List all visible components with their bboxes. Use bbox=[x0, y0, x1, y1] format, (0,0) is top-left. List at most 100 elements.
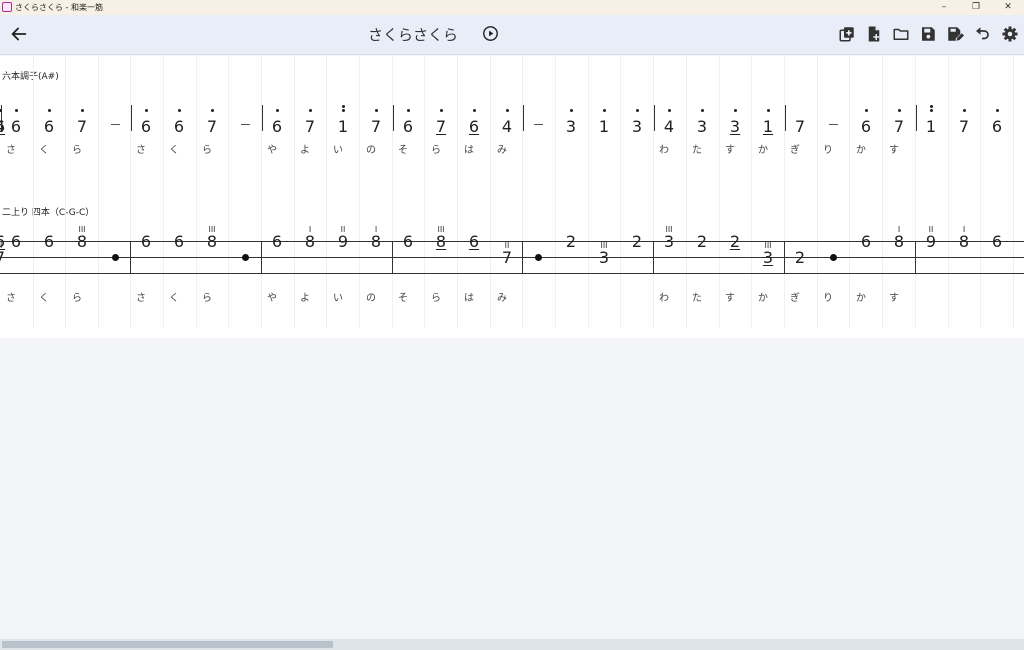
note[interactable]: 4 bbox=[497, 118, 517, 136]
octave-dot bbox=[995, 109, 999, 112]
note[interactable]: 7 bbox=[497, 249, 517, 267]
part1-tuning-label: 六本調子(A#) bbox=[2, 72, 59, 82]
note[interactable]: 1 bbox=[758, 118, 778, 136]
note[interactable]: 6 bbox=[398, 233, 418, 251]
note[interactable]: 8 bbox=[366, 233, 386, 251]
lyric: の bbox=[366, 145, 376, 156]
note[interactable]: 1 bbox=[921, 118, 941, 136]
save-icon[interactable] bbox=[919, 25, 937, 43]
grid-guide-line bbox=[686, 56, 687, 328]
note[interactable]: 3 bbox=[725, 118, 745, 136]
note[interactable]: 6 bbox=[464, 233, 484, 251]
note[interactable]: 8 bbox=[202, 233, 222, 251]
note[interactable]: 3 bbox=[594, 249, 614, 267]
note[interactable]: 2 bbox=[561, 233, 581, 251]
string-mark: III bbox=[78, 225, 86, 234]
note[interactable]: 7 bbox=[366, 118, 386, 136]
note[interactable]: 9 bbox=[921, 233, 941, 251]
lyric: ら bbox=[431, 293, 441, 304]
note[interactable]: 6 bbox=[39, 233, 59, 251]
note[interactable]: 8 bbox=[300, 233, 320, 251]
note[interactable]: 3 bbox=[627, 118, 647, 136]
minimize-button[interactable]: – bbox=[929, 0, 959, 15]
note[interactable]: 2 bbox=[790, 249, 810, 267]
note[interactable]: 2 bbox=[725, 233, 745, 251]
grid-guide-line bbox=[588, 56, 589, 328]
settings-gear-icon[interactable] bbox=[1001, 25, 1019, 43]
note[interactable]: 3 bbox=[561, 118, 581, 136]
note[interactable]: 6 bbox=[169, 118, 189, 136]
string-mark: II bbox=[340, 225, 346, 234]
note[interactable]: 6 bbox=[136, 233, 156, 251]
string-mark: III bbox=[437, 225, 445, 234]
lyric: わ bbox=[659, 145, 669, 156]
grid-guide-line bbox=[457, 56, 458, 328]
note[interactable]: 3 bbox=[758, 249, 778, 267]
string-mark: II bbox=[928, 225, 934, 234]
grid-guide-line bbox=[1013, 56, 1014, 328]
note[interactable]: 1 bbox=[594, 118, 614, 136]
note[interactable]: 4 bbox=[0, 118, 10, 136]
note[interactable]: 7 bbox=[954, 118, 974, 136]
barline bbox=[916, 105, 917, 131]
note[interactable]: 6 bbox=[856, 118, 876, 136]
close-button[interactable]: ✕ bbox=[993, 0, 1023, 15]
octave-dot bbox=[700, 109, 704, 112]
note[interactable]: 1 bbox=[333, 118, 353, 136]
note[interactable]: 7 bbox=[790, 118, 810, 136]
octave-dot bbox=[308, 109, 312, 112]
undo-icon[interactable] bbox=[973, 25, 991, 43]
octave-dot bbox=[341, 109, 345, 112]
note[interactable]: 7 bbox=[0, 249, 10, 267]
note[interactable]: 2 bbox=[692, 233, 712, 251]
save-as-icon[interactable] bbox=[946, 25, 964, 43]
note[interactable]: 6 bbox=[136, 118, 156, 136]
lyric: の bbox=[366, 293, 376, 304]
note[interactable]: 7 bbox=[1020, 118, 1024, 136]
note[interactable]: 8 bbox=[72, 233, 92, 251]
note[interactable]: 7 bbox=[431, 118, 451, 136]
grid-guide-line bbox=[359, 56, 360, 328]
note[interactable]: 6 bbox=[987, 233, 1007, 251]
note[interactable]: 7 bbox=[202, 118, 222, 136]
note[interactable]: 6 bbox=[267, 233, 287, 251]
lyric: り bbox=[823, 293, 833, 304]
octave-dot bbox=[667, 109, 671, 112]
grid-guide-line bbox=[948, 56, 949, 328]
lyric: ら bbox=[202, 293, 212, 304]
note[interactable]: 7 bbox=[72, 118, 92, 136]
new-file-icon[interactable] bbox=[865, 25, 883, 43]
restore-button[interactable]: ❐ bbox=[961, 0, 991, 15]
note[interactable]: 6 bbox=[856, 233, 876, 251]
string-mark: I bbox=[962, 225, 966, 234]
scrollbar-thumb[interactable] bbox=[2, 641, 333, 648]
note[interactable]: 7 bbox=[300, 118, 320, 136]
note[interactable]: 2 bbox=[627, 233, 647, 251]
note[interactable]: 6 bbox=[398, 118, 418, 136]
lyric: は bbox=[464, 145, 474, 156]
note[interactable]: 8 bbox=[431, 233, 451, 251]
note[interactable]: 8 bbox=[1020, 233, 1024, 251]
lyric: ぎ bbox=[790, 293, 800, 304]
horizontal-scrollbar[interactable] bbox=[0, 639, 1024, 650]
play-circle-icon[interactable] bbox=[482, 25, 499, 42]
note[interactable]: 6 bbox=[987, 118, 1007, 136]
note[interactable]: 6 bbox=[464, 118, 484, 136]
note[interactable]: 3 bbox=[692, 118, 712, 136]
note[interactable]: 4 bbox=[659, 118, 679, 136]
octave-dot bbox=[439, 109, 443, 112]
grid-guide-line bbox=[65, 56, 66, 328]
note[interactable]: 6 bbox=[169, 233, 189, 251]
note[interactable]: 6 bbox=[39, 118, 59, 136]
grid-guide-line bbox=[653, 56, 654, 328]
note[interactable]: 8 bbox=[889, 233, 909, 251]
copy-icon[interactable] bbox=[838, 25, 856, 43]
note[interactable]: 7 bbox=[889, 118, 909, 136]
score-canvas[interactable]: 六本調子(A#) 二上り 四本（C-G-C） 66766767176764313… bbox=[0, 56, 1024, 338]
app-bar: さくらさくら bbox=[0, 15, 1024, 55]
note[interactable]: 9 bbox=[333, 233, 353, 251]
note[interactable]: 6 bbox=[267, 118, 287, 136]
folder-icon[interactable] bbox=[892, 25, 910, 43]
note[interactable]: 8 bbox=[954, 233, 974, 251]
note[interactable]: 3 bbox=[659, 233, 679, 251]
